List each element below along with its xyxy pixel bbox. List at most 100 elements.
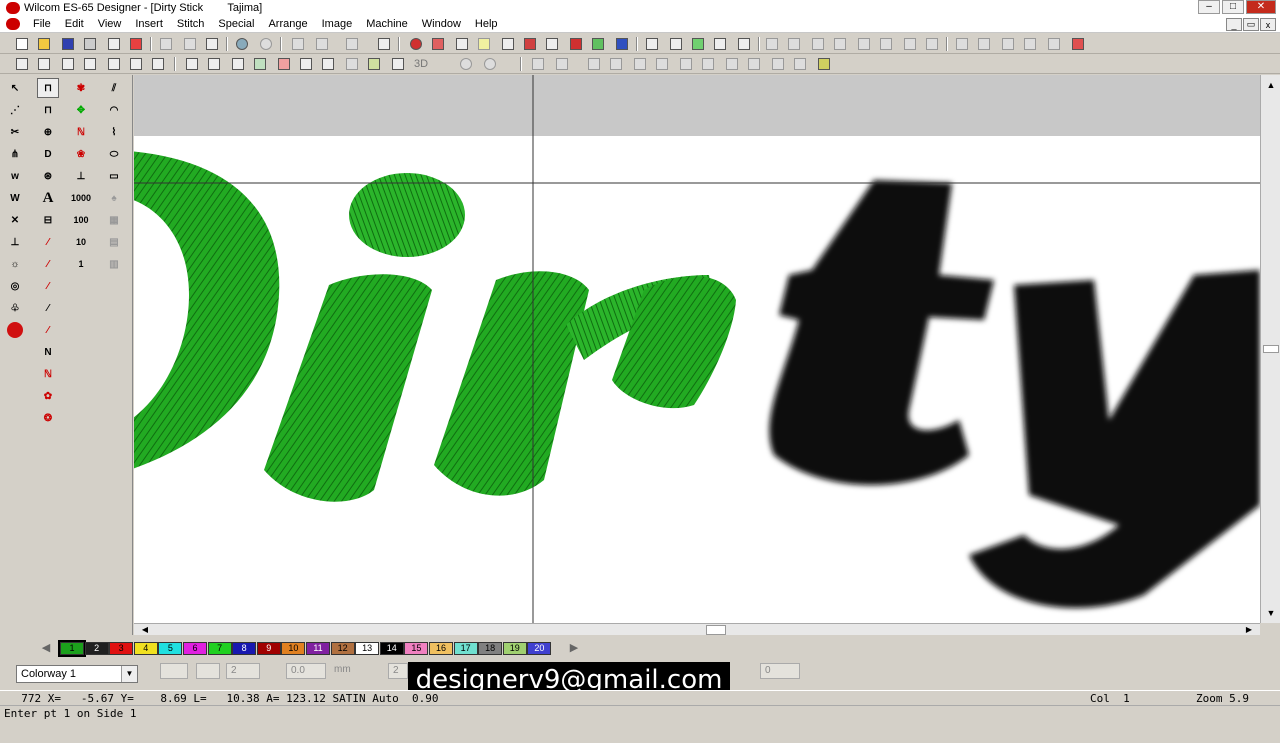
check-icon[interactable] [376, 36, 392, 52]
column-b-icon[interactable]: ⊓ [37, 100, 59, 120]
scroll-right-arrow-icon[interactable]: ▶ [1242, 624, 1256, 635]
redo-icon[interactable] [258, 36, 274, 52]
layout-icon-5[interactable] [1046, 36, 1062, 52]
text-tool-icon[interactable]: A [37, 188, 59, 208]
horizontal-scroll-thumb[interactable] [706, 625, 726, 635]
arc-icon[interactable]: ◠ [103, 100, 125, 120]
palette-swatch-8[interactable]: 8 [232, 642, 257, 655]
space-1000-tool[interactable]: 1000 [70, 188, 92, 208]
spacing-stepper[interactable]: 2 [226, 663, 260, 679]
save-disk-icon[interactable] [60, 36, 76, 52]
layout-icon-1[interactable] [954, 36, 970, 52]
column-icon[interactable] [344, 56, 360, 72]
menu-special[interactable]: Special [211, 18, 261, 30]
stop-hand-icon[interactable] [4, 320, 26, 340]
curve-box-icon[interactable]: ⌇ [103, 122, 125, 142]
pencil-icon[interactable] [454, 36, 470, 52]
ww-icon[interactable]: w [4, 166, 26, 186]
maximize-button[interactable]: □ [1222, 0, 1244, 14]
satin-stitch-icon[interactable] [14, 56, 30, 72]
rotate-icon-2[interactable] [608, 56, 624, 72]
palette-swatch-19[interactable]: 19 [502, 642, 527, 655]
palette-swatch-1[interactable]: 1 [58, 640, 86, 657]
reshape-icon[interactable]: ⋰ [4, 100, 26, 120]
knife-icon[interactable]: ✂ [4, 122, 26, 142]
globe-fill-icon[interactable]: ⊛ [37, 166, 59, 186]
density-icon[interactable] [230, 56, 246, 72]
space-10-tool[interactable]: 10 [70, 232, 92, 252]
rotate-icon-1[interactable] [586, 56, 602, 72]
run-line-icon[interactable]: ⁄ [37, 232, 59, 252]
design-canvas[interactable] [134, 75, 1260, 623]
sequence-icon-5[interactable] [856, 36, 872, 52]
menu-stitch[interactable]: Stitch [170, 18, 212, 30]
special-wand-icon[interactable] [816, 56, 832, 72]
space-1-tool[interactable]: 1 [70, 254, 92, 274]
arrow-tool-icon[interactable] [500, 36, 516, 52]
color-film-icon[interactable] [408, 36, 424, 52]
emboss-icon[interactable] [482, 56, 498, 72]
layers-icon[interactable]: ▥ [103, 254, 125, 274]
flower-icon[interactable]: ✾ [70, 78, 92, 98]
scroll-down-arrow-icon[interactable]: ▼ [1264, 606, 1278, 620]
ellipse-icon[interactable]: ⬭ [103, 144, 125, 164]
flower-motif-icon[interactable]: ✿ [37, 386, 59, 406]
pattern-fill-icon[interactable] [366, 56, 382, 72]
rotate-icon-5[interactable] [678, 56, 694, 72]
palette-swatch-17[interactable]: 17 [453, 642, 478, 655]
document-system-menu-icon[interactable] [6, 18, 20, 30]
auto-split-icon[interactable] [276, 56, 292, 72]
fancy-fill-icon[interactable] [128, 56, 144, 72]
sequence-icon-6[interactable] [878, 36, 894, 52]
ruler-icon[interactable] [736, 36, 752, 52]
layout-icon-3[interactable] [1000, 36, 1016, 52]
palette-left-arrow-icon[interactable]: ◀ [36, 641, 56, 656]
hoop-icon[interactable] [1070, 36, 1086, 52]
sequence-icon-1[interactable] [764, 36, 780, 52]
doc-close-button[interactable]: x [1260, 18, 1276, 31]
palette-swatch-18[interactable]: 18 [478, 642, 503, 655]
lines-icon[interactable] [390, 56, 406, 72]
pull-comp-icon[interactable] [206, 56, 222, 72]
underlay-icon[interactable] [184, 56, 200, 72]
fan-icon[interactable]: ☼ [4, 254, 26, 274]
scroll-left-arrow-icon[interactable]: ◀ [138, 624, 152, 635]
group-icon[interactable] [290, 36, 306, 52]
screen-icon[interactable] [644, 36, 660, 52]
rectangle-icon[interactable]: ▭ [103, 166, 125, 186]
menu-insert[interactable]: Insert [128, 18, 170, 30]
stitch-angle-icon[interactable] [252, 56, 268, 72]
open-folder-icon[interactable] [36, 36, 52, 52]
palette-swatch-16[interactable]: 16 [429, 642, 453, 655]
menu-file[interactable]: File [26, 18, 58, 30]
wave-stitch-icon[interactable] [150, 56, 166, 72]
rotate-icon-6[interactable] [700, 56, 716, 72]
count-stepper[interactable]: 2 [388, 663, 408, 679]
puffy-icon[interactable] [458, 56, 474, 72]
stitch-edit-icon[interactable]: ⋔ [4, 144, 26, 164]
cross-stitch-icon[interactable]: ✕ [4, 210, 26, 230]
print-icon[interactable] [82, 36, 98, 52]
complex-fill-icon[interactable]: ⊕ [37, 122, 59, 142]
tree-icon[interactable]: ✥ [70, 100, 92, 120]
palette-swatch-20[interactable]: 20 [527, 642, 552, 655]
fill-pattern-icon[interactable] [430, 36, 446, 52]
graph-tool-icon[interactable]: ▤ [103, 232, 125, 252]
menu-view[interactable]: View [91, 18, 129, 30]
sequence-icon-4[interactable] [832, 36, 848, 52]
palette-swatch-12[interactable]: 12 [330, 642, 355, 655]
fill-holes-icon[interactable]: D [37, 144, 59, 164]
cut-icon[interactable] [158, 36, 174, 52]
transform-icon-2[interactable] [554, 56, 570, 72]
select-arrow-icon[interactable]: ↖ [4, 78, 26, 98]
paste-icon[interactable] [204, 36, 220, 52]
lettering-icon[interactable]: ⊥ [4, 232, 26, 252]
vertical-scroll-thumb[interactable] [1263, 345, 1279, 353]
sequence-icon-8[interactable] [924, 36, 940, 52]
vertical-scrollbar[interactable]: ▲ ▼ [1260, 75, 1280, 623]
menu-arrange[interactable]: Arrange [261, 18, 314, 30]
chevron-down-icon[interactable]: ▼ [121, 666, 137, 682]
color-blend-icon[interactable]: ❀ [70, 144, 92, 164]
tatami-stitch-icon[interactable] [36, 56, 52, 72]
sequence-icon-7[interactable] [902, 36, 918, 52]
